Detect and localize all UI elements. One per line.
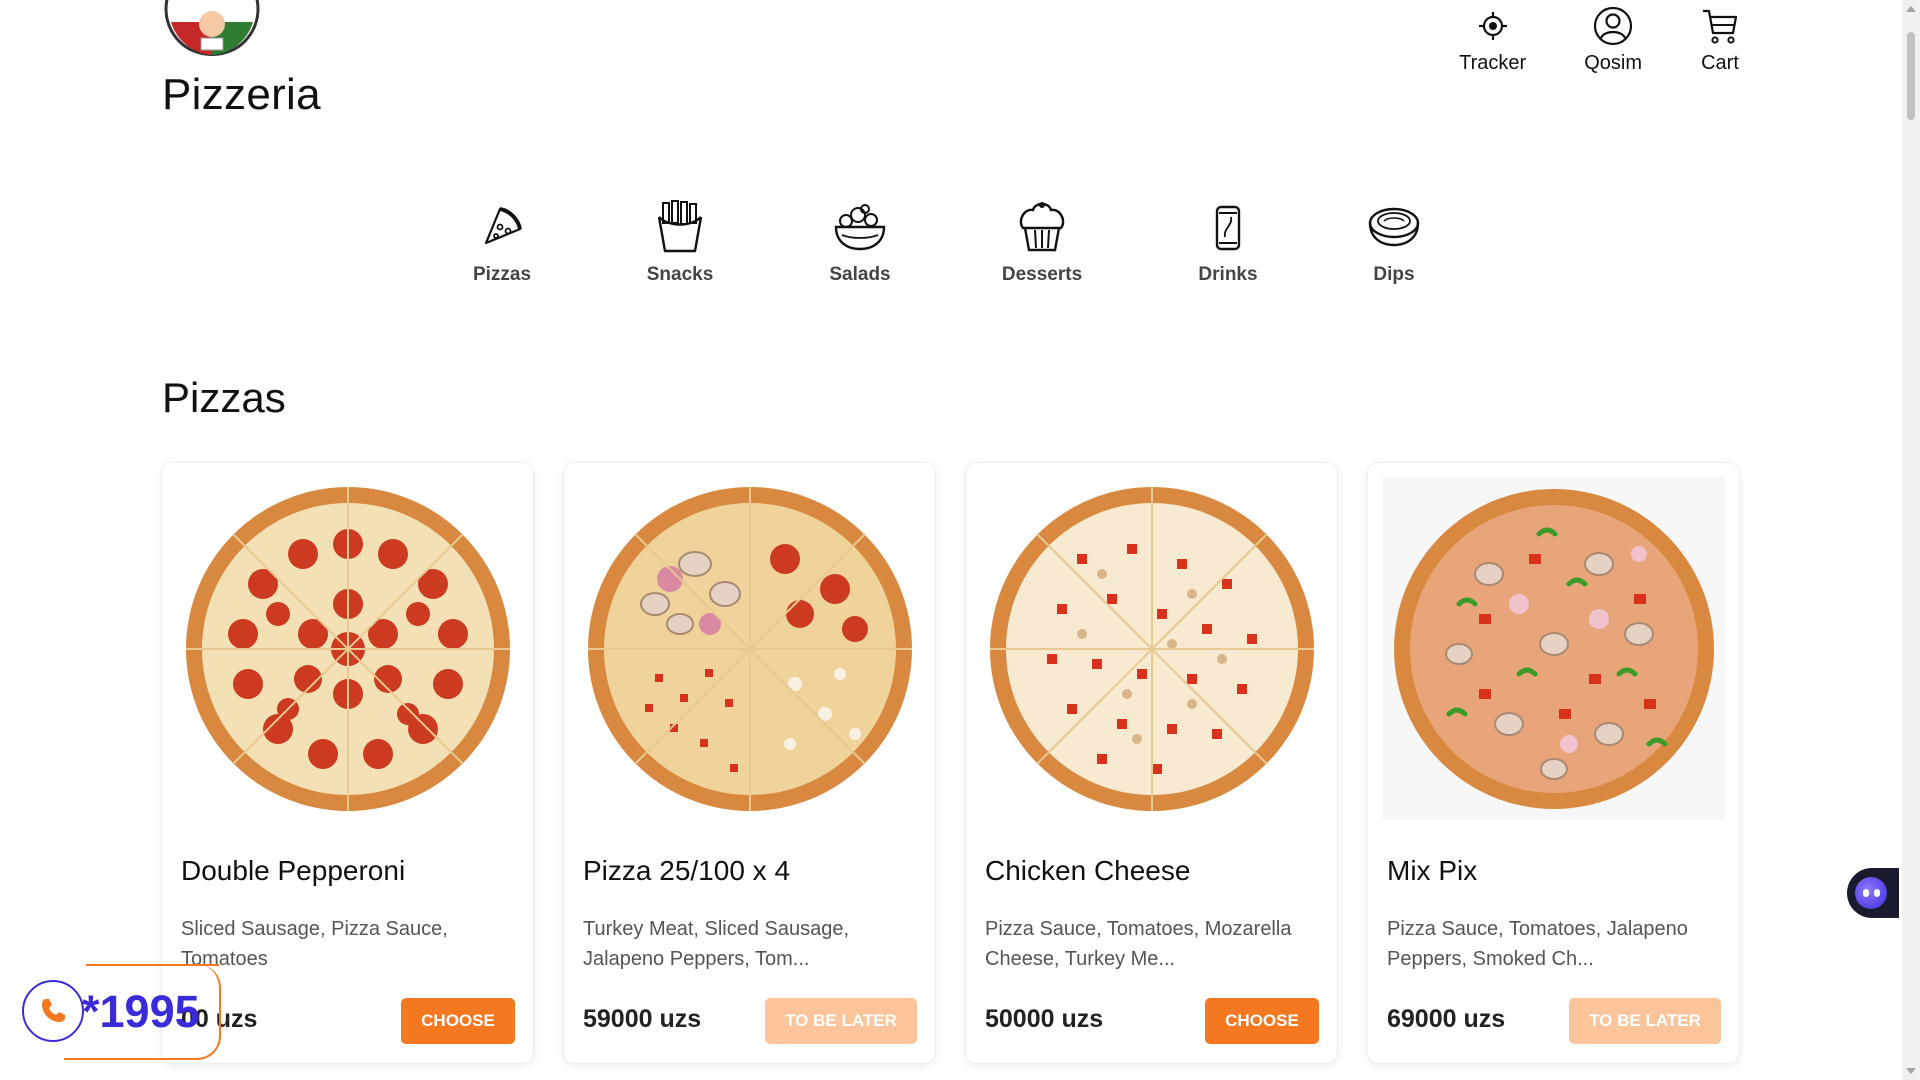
tracker-label: Tracker	[1459, 52, 1527, 74]
product-name[interactable]: Double Pepperoni	[181, 855, 405, 887]
to-be-later-button[interactable]: TO BE LATER	[765, 998, 917, 1044]
category-label: Snacks	[646, 264, 714, 285]
phone-number[interactable]: *1995	[82, 986, 200, 1038]
muffin-icon	[1011, 196, 1073, 258]
phone-badge[interactable]: *1995	[20, 964, 221, 1064]
product-name[interactable]: Pizza 25/100 x 4	[583, 855, 790, 887]
cart-label: Cart	[1701, 52, 1739, 74]
section-title: Pizzas	[162, 374, 286, 421]
product-description: Sliced Sausage, Pizza Sauce, Tomatoes	[181, 918, 448, 970]
scrollbar-thumb[interactable]	[1907, 32, 1915, 120]
pizza-image[interactable]	[176, 477, 519, 820]
to-be-later-button[interactable]: TO BE LATER	[1569, 998, 1721, 1044]
dip-bowl-icon	[1363, 196, 1425, 258]
product-price: 69000 uzs	[1387, 1005, 1506, 1033]
scroll-up-arrow[interactable]	[1906, 6, 1916, 12]
product-description: Turkey Meat, Sliced Sausage, Jalapeno Pe…	[583, 918, 850, 970]
product-card[interactable]: Pizza 25/100 x 4 Turkey Meat, Sliced Sau…	[564, 463, 935, 1063]
phone-icon	[22, 980, 84, 1042]
choose-button[interactable]: CHOOSE	[401, 998, 515, 1044]
location-target-icon	[1473, 6, 1513, 46]
salad-bowl-icon	[829, 196, 891, 258]
chef-logo-icon	[164, 0, 260, 56]
pizza-image[interactable]	[980, 477, 1323, 820]
category-dips[interactable]: Dips	[1332, 196, 1456, 286]
profile-label: Qosim	[1584, 52, 1642, 74]
brand-logo[interactable]	[163, 0, 261, 56]
scroll-down-arrow[interactable]	[1906, 1068, 1916, 1074]
product-card[interactable]: Chicken Cheese Pizza Sauce, Tomatoes, Mo…	[966, 463, 1337, 1063]
product-name[interactable]: Chicken Cheese	[985, 855, 1190, 887]
product-grid: Double Pepperoni Sliced Sausage, Pizza S…	[162, 463, 1739, 1063]
product-name[interactable]: Mix Pix	[1387, 855, 1477, 887]
product-description: Pizza Sauce, Tomatoes, Jalapeno Peppers,…	[1387, 918, 1688, 970]
tracker-button[interactable]: Tracker	[1459, 6, 1526, 75]
pizza-image[interactable]	[1382, 477, 1725, 820]
profile-button[interactable]: Qosim	[1584, 6, 1642, 75]
category-nav: Pizzas Snacks Salads Desserts Drinks Dip…	[440, 196, 1456, 286]
product-price: 50000 uzs	[985, 1005, 1104, 1033]
chat-widget-button[interactable]	[1847, 868, 1899, 918]
product-price: 59000 uzs	[583, 1005, 702, 1033]
category-drinks[interactable]: Drinks	[1166, 196, 1290, 286]
category-snacks[interactable]: Snacks	[618, 196, 742, 286]
header-actions: Tracker Qosim Cart	[1459, 6, 1740, 75]
category-label: Pizzas	[472, 264, 532, 285]
chat-bot-icon	[1855, 877, 1887, 909]
product-card[interactable]: Mix Pix Pizza Sauce, Tomatoes, Jalapeno …	[1368, 463, 1739, 1063]
category-pizzas[interactable]: Pizzas	[440, 196, 564, 286]
category-label: Desserts	[1001, 264, 1083, 285]
category-label: Dips	[1373, 264, 1415, 285]
brand-title[interactable]: Pizzeria	[162, 70, 321, 120]
can-icon	[1197, 196, 1259, 258]
cart-icon	[1700, 6, 1740, 46]
choose-button[interactable]: CHOOSE	[1205, 998, 1319, 1044]
product-description: Pizza Sauce, Tomatoes, Mozarella Cheese,…	[985, 918, 1292, 970]
cart-button[interactable]: Cart	[1700, 6, 1740, 75]
page-scrollbar[interactable]	[1902, 0, 1920, 1080]
category-label: Drinks	[1198, 264, 1258, 285]
phone-badge-frame-top	[86, 964, 219, 966]
user-icon	[1593, 6, 1633, 46]
category-desserts[interactable]: Desserts	[980, 196, 1104, 286]
pizza-slice-icon	[471, 196, 533, 258]
pizza-image[interactable]	[578, 477, 921, 820]
category-salads[interactable]: Salads	[798, 196, 922, 286]
fries-icon	[649, 196, 711, 258]
category-label: Salads	[829, 264, 891, 285]
